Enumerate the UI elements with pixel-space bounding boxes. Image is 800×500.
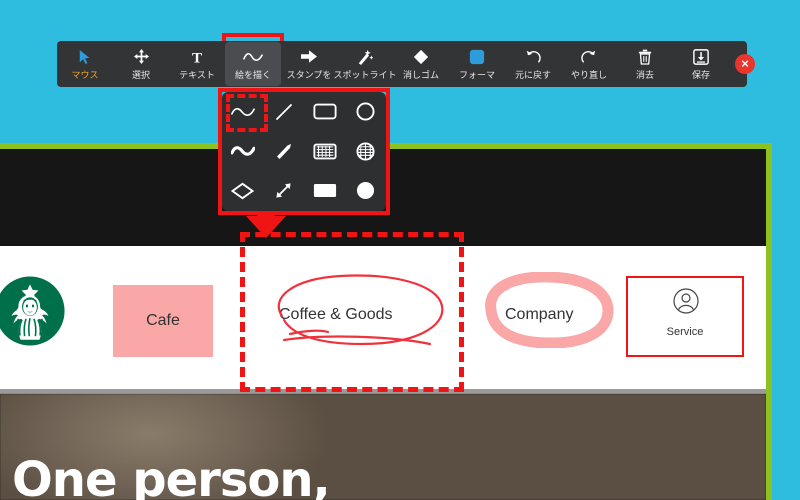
toolbar-button-select-label: 選択 [131, 71, 150, 81]
person-circle-icon [673, 288, 699, 314]
annotation-toolbar: マウス 選択 T テキスト 絵を描く スタンプを スポットライト 消しゴム フォ… [57, 41, 755, 87]
red-dashed-highlight-box [240, 232, 464, 392]
blue-square-icon [469, 47, 485, 66]
screenshot-stage: TM Cafe Coffee & Goods Company Service O… [0, 0, 800, 500]
draw-tool-thick-line[interactable] [263, 132, 304, 172]
toolbar-button-redo-label: やり直し [570, 71, 607, 81]
draw-tool-circle-outline[interactable] [345, 92, 386, 132]
toolbar-button-redo[interactable]: やり直し [561, 42, 617, 86]
toolbar-button-eraser[interactable]: 消しゴム [393, 42, 449, 86]
draw-tool-circle-filled[interactable] [345, 171, 386, 211]
cursor-arrow-icon [78, 47, 92, 66]
eraser-icon [413, 47, 429, 66]
starbucks-siren-logo [0, 275, 66, 347]
toolbar-button-select[interactable]: 選択 [113, 42, 169, 86]
magic-wand-icon [357, 47, 373, 66]
trash-can-icon [638, 47, 652, 66]
logo-trademark-mark: TM [46, 330, 55, 336]
toolbar-button-save[interactable]: 保存 [673, 42, 729, 86]
toolbar-button-draw[interactable]: 絵を描く [225, 42, 281, 86]
toolbar-button-spotlight-label: スポットライト [333, 71, 397, 81]
red-dashed-box-around-squiggle-tool [226, 94, 268, 132]
svg-text:T: T [192, 50, 202, 65]
nav-item-company[interactable]: Company [505, 306, 573, 324]
toolbar-button-eraser-label: 消しゴム [402, 71, 439, 81]
toolbar-button-undo[interactable]: 元に戻す [505, 42, 561, 86]
undo-arrow-icon [525, 47, 541, 66]
close-icon[interactable]: × [735, 54, 755, 74]
draw-tool-rectangle-highlight[interactable] [304, 132, 345, 172]
draw-tool-diamond-outline[interactable] [222, 171, 263, 211]
nav-item-cafe[interactable]: Cafe [113, 285, 213, 357]
nav-item-cafe-label: Cafe [146, 312, 180, 329]
squiggle-icon [243, 47, 263, 66]
toolbar-button-mouse-label: マウス [71, 71, 99, 81]
redo-arrow-icon [581, 47, 597, 66]
toolbar-button-draw-label: 絵を描く [234, 71, 271, 81]
draw-tool-rectangle-outline[interactable] [304, 92, 345, 132]
toolbar-button-text[interactable]: T テキスト [169, 42, 225, 86]
draw-tool-rectangle-filled[interactable] [304, 171, 345, 211]
toolbar-button-text-label: テキスト [179, 71, 215, 81]
toolbar-button-stamp-label: スタンプを [286, 71, 332, 81]
draw-tool-circle-highlight[interactable] [345, 132, 386, 172]
toolbar-button-spotlight[interactable]: スポットライト [334, 42, 397, 86]
arrow-right-icon [301, 47, 317, 66]
save-download-icon [693, 47, 709, 66]
toolbar-button-format[interactable]: フォーマ [449, 42, 505, 86]
nav-item-service-label: Service [666, 326, 704, 338]
toolbar-button-mouse[interactable]: マウス [57, 42, 113, 86]
toolbar-button-undo-label: 元に戻す [514, 71, 551, 81]
toolbar-button-clear[interactable]: 消去 [617, 42, 673, 86]
toolbar-button-format-label: フォーマ [458, 71, 495, 81]
text-t-icon: T [189, 47, 205, 66]
draw-tool-thick-squiggle[interactable] [222, 132, 263, 172]
hero-heading: One person, [12, 452, 331, 500]
toolbar-button-stamp[interactable]: スタンプを [281, 42, 337, 86]
draw-tool-thin-line[interactable] [263, 92, 304, 132]
move-arrows-icon [133, 47, 149, 66]
draw-tool-double-arrow[interactable] [263, 171, 304, 211]
toolbar-button-clear-label: 消去 [635, 71, 654, 81]
toolbar-button-save-label: 保存 [691, 71, 710, 81]
